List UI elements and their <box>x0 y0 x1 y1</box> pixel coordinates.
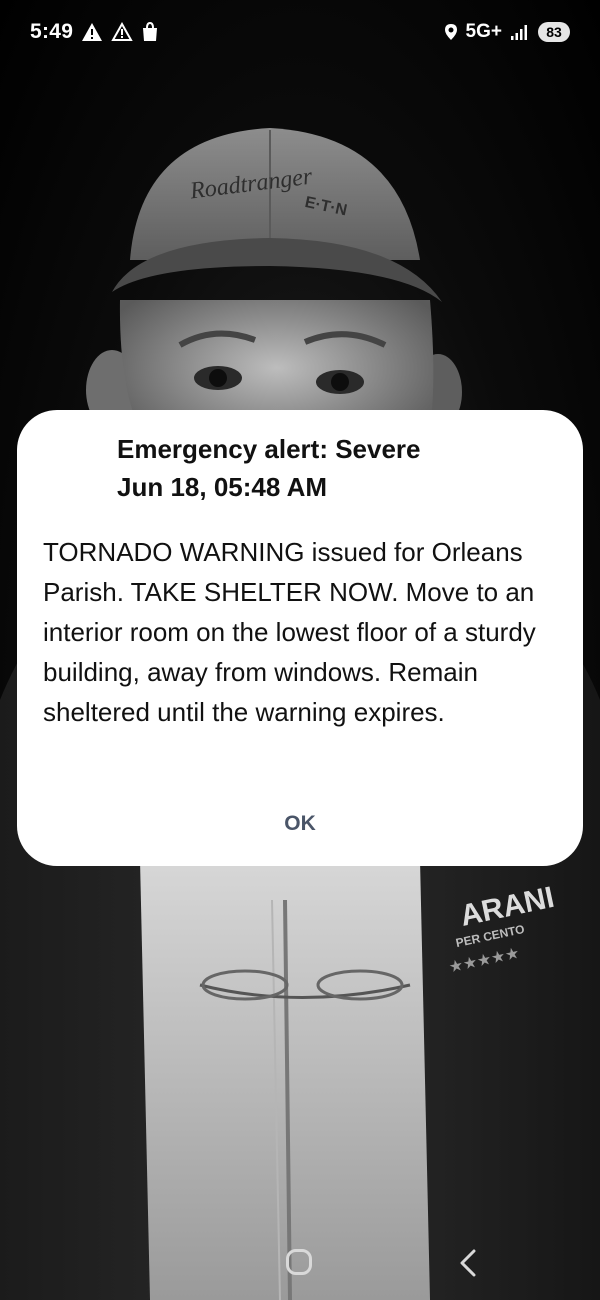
status-bar-right: 5G+ 83 <box>444 21 570 43</box>
home-icon[interactable] <box>286 1249 312 1275</box>
alert-timestamp: Jun 18, 05:48 AM <box>117 472 328 502</box>
status-bar: 5:49 5G+ 83 <box>0 0 600 64</box>
network-type-label: 5G+ <box>465 21 502 42</box>
emergency-alert-dialog: Emergency alert: Severe Jun 18, 05:48 AM… <box>17 410 583 866</box>
status-time: 5:49 <box>30 20 74 43</box>
alert-header: Emergency alert: Severe Jun 18, 05:48 AM <box>117 430 563 506</box>
location-icon <box>444 23 458 41</box>
ok-button[interactable]: OK <box>200 802 400 846</box>
back-icon[interactable] <box>456 1248 480 1278</box>
shopping-bag-icon <box>141 22 159 42</box>
status-bar-left: 5:49 <box>30 20 159 44</box>
alert-message: TORNADO WARNING issued for Orleans Paris… <box>43 537 536 727</box>
signal-bars-icon <box>510 23 530 41</box>
battery-level-badge: 83 <box>538 22 570 42</box>
navigation-bar <box>0 1232 600 1300</box>
alert-title: Emergency alert: Severe <box>117 434 421 464</box>
warning-outline-icon <box>111 22 133 42</box>
warning-filled-icon <box>81 22 103 42</box>
